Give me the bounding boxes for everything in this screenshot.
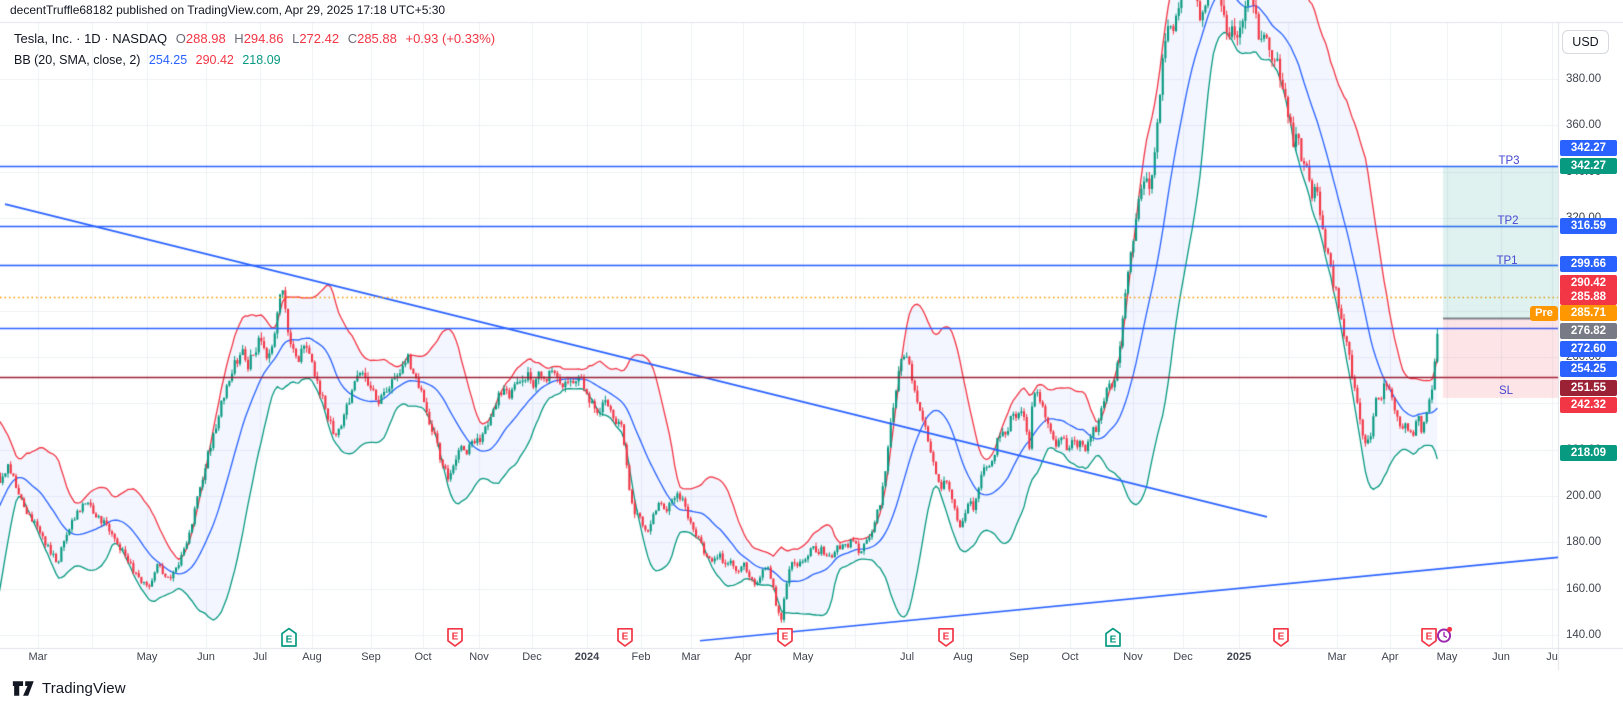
price-axis-tick: 200.00 (1566, 489, 1601, 503)
time-axis-label[interactable]: May (1437, 650, 1458, 664)
time-axis-label[interactable]: May (793, 650, 814, 664)
time-axis-label[interactable]: Aug (953, 650, 973, 664)
time-axis-label[interactable]: Mar (29, 650, 48, 664)
time-axis-label[interactable]: Feb (632, 650, 651, 664)
open-label: O (176, 31, 186, 46)
tradingview-logo-text: TradingView (42, 680, 126, 697)
time-axis-label[interactable]: Apr (1381, 650, 1398, 664)
price-label: 285.71 (1560, 305, 1617, 321)
high-label: H (234, 31, 243, 46)
price-label: 342.27 (1560, 158, 1617, 174)
svg-text:E: E (943, 632, 950, 643)
price-axis-tick: 140.00 (1566, 628, 1601, 642)
price-label: 342.27 (1560, 140, 1617, 156)
price-label: 276.82 (1560, 323, 1617, 339)
symbol-legend-row[interactable]: Tesla, Inc. · 1D · NASDAQ O288.98 H294.8… (14, 29, 500, 49)
svg-text:E: E (782, 632, 789, 643)
close-label: C (348, 31, 357, 46)
indicator-name: BB (20, SMA, close, 2) (14, 53, 140, 67)
currency-toggle-button[interactable]: USD (1562, 30, 1609, 54)
time-axis-label[interactable]: Ju (1546, 650, 1558, 664)
time-axis-label[interactable]: Jul (900, 650, 914, 664)
low-value: 272.42 (299, 31, 339, 46)
time-axis-label[interactable]: Oct (414, 650, 431, 664)
time-axis-label[interactable]: Jul (253, 650, 267, 664)
price-axis-tick: 360.00 (1566, 118, 1601, 132)
time-axis-label[interactable]: Sep (361, 650, 381, 664)
publish-attribution: decentTruffle68182 published on TradingV… (10, 3, 445, 17)
price-axis-tick: 380.00 (1566, 72, 1601, 86)
svg-text:E: E (286, 634, 293, 645)
open-value: 288.98 (186, 31, 226, 46)
time-axis-label[interactable]: Nov (1123, 650, 1143, 664)
time-axis-label[interactable]: Mar (682, 650, 701, 664)
time-axis-label[interactable]: Aug (302, 650, 322, 664)
bb-basis-value: 254.25 (149, 53, 187, 67)
earnings-icon[interactable]: E (1273, 627, 1290, 648)
pending-earnings-clock-icon (1435, 626, 1453, 644)
time-axis-label[interactable]: 2024 (575, 650, 599, 664)
earnings-icon[interactable]: E (1105, 627, 1122, 648)
price-label: 272.60 (1560, 341, 1617, 357)
level-text-tp3: TP3 (1498, 155, 1519, 167)
price-label: 316.59 (1560, 218, 1617, 234)
change-value: +0.93 (+0.33%) (405, 31, 495, 46)
time-axis-label[interactable]: Jun (197, 650, 215, 664)
earnings-icon[interactable]: E (617, 627, 634, 648)
time-axis-label[interactable]: Dec (1173, 650, 1193, 664)
time-axis-label[interactable]: 2025 (1227, 650, 1251, 664)
time-axis-label[interactable]: Sep (1009, 650, 1029, 664)
tradingview-published-chart: decentTruffle68182 published on TradingV… (0, 0, 1623, 708)
price-label: 254.25 (1560, 361, 1617, 377)
price-axis-tick: 160.00 (1566, 582, 1601, 596)
earnings-icon[interactable]: E (447, 627, 464, 648)
time-axis-label[interactable]: Nov (469, 650, 489, 664)
price-axis-tick: 180.00 (1566, 535, 1601, 549)
time-axis-label[interactable]: Mar (1328, 650, 1347, 664)
price-label: 251.55 (1560, 380, 1617, 396)
earnings-icon[interactable]: E (938, 627, 955, 648)
time-axis-label[interactable]: Oct (1061, 650, 1078, 664)
price-label: 242.32 (1560, 397, 1617, 413)
svg-text:E: E (1278, 632, 1285, 643)
high-value: 294.86 (244, 31, 284, 46)
level-text-tp2: TP2 (1497, 215, 1518, 227)
indicator-legend-row[interactable]: BB (20, SMA, close, 2) 254.25 290.42 218… (14, 50, 500, 70)
svg-text:E: E (1110, 634, 1117, 645)
time-axis-label[interactable]: Dec (522, 650, 542, 664)
chart-legend[interactable]: Tesla, Inc. · 1D · NASDAQ O288.98 H294.8… (14, 29, 500, 70)
price-label: 299.66 (1560, 256, 1617, 272)
svg-text:E: E (452, 632, 459, 643)
close-value: 285.88 (357, 31, 397, 46)
bb-lower-value: 218.09 (242, 53, 280, 67)
tradingview-logo[interactable]: TradingView (12, 680, 126, 697)
pre-market-badge: Pre (1530, 306, 1558, 321)
price-label: 285.88 (1560, 289, 1617, 305)
symbol-title: Tesla, Inc. · 1D · NASDAQ (14, 31, 167, 46)
time-axis-label[interactable]: Apr (734, 650, 751, 664)
bb-upper-value: 290.42 (196, 53, 234, 67)
price-label: 218.09 (1560, 445, 1617, 461)
svg-text:E: E (1426, 632, 1433, 643)
earnings-icon[interactable]: E (777, 627, 794, 648)
price-chart-canvas[interactable] (0, 0, 1623, 708)
level-text-sl: SL (1499, 385, 1513, 397)
time-axis-label[interactable]: Jun (1492, 650, 1510, 664)
svg-text:E: E (622, 632, 629, 643)
earnings-icon[interactable]: E (281, 627, 298, 648)
level-text-tp1: TP1 (1496, 255, 1517, 267)
tradingview-logo-icon (12, 680, 35, 697)
time-axis-label[interactable]: May (137, 650, 158, 664)
